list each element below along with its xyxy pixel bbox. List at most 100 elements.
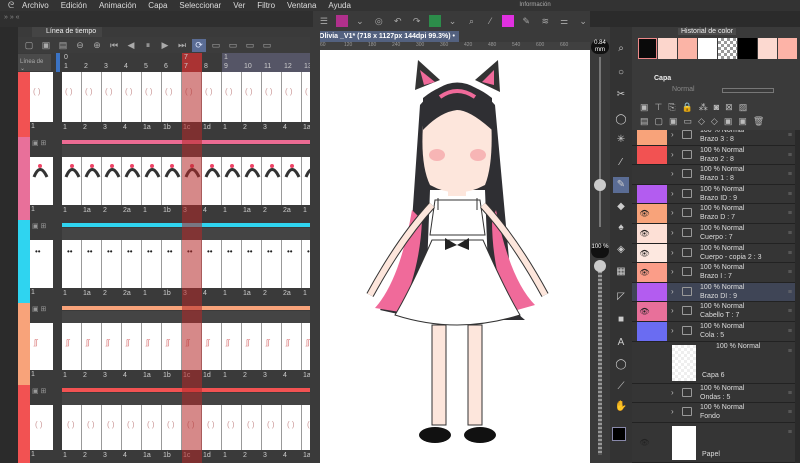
frame-cell[interactable] [242, 157, 262, 205]
chevron-down-icon[interactable]: ⌄ [446, 15, 460, 28]
layer-row[interactable]: 👁 › 100 % Normal Brazo D : 7 ≡ [632, 204, 795, 224]
frame-cell[interactable]: •• [202, 240, 222, 288]
search-icon[interactable]: ⌕ [465, 15, 479, 28]
layer-row[interactable]: › 100 % Normal Ondas : 5 ≡ [632, 383, 795, 404]
layer-row[interactable]: 👁 Papel ≡ [632, 422, 795, 463]
frame-header[interactable]: 77 [182, 53, 202, 72]
frame-settings-icon[interactable]: ▤ [56, 39, 70, 52]
frame-cell[interactable]: ʃʃ [62, 323, 82, 370]
playhead-start-marker[interactable] [56, 53, 60, 72]
frame-cell[interactable] [182, 157, 202, 205]
frame-cell[interactable]: ( ) [122, 405, 142, 450]
menu-filtro[interactable]: Filtro [257, 1, 275, 10]
eyedropper-tool-icon[interactable]: ⁄ [613, 155, 629, 171]
fill-tool-icon[interactable]: ◈ [613, 242, 629, 258]
frame-cell[interactable]: ( ) [262, 72, 282, 122]
main-color-swatch[interactable] [612, 427, 626, 441]
layer-visibility-toggle[interactable]: 👁 [637, 423, 652, 462]
layer-lock-toggle[interactable] [652, 224, 667, 243]
layer-scrollbar[interactable] [795, 130, 800, 463]
frame-cell[interactable]: ( ) [102, 405, 122, 450]
canvas[interactable] [320, 50, 590, 463]
frame-cell[interactable]: ( ) [62, 72, 82, 122]
expand-chevron-icon[interactable]: › [671, 388, 674, 397]
expand-chevron-icon[interactable]: › [671, 287, 674, 296]
frame-header[interactable]: 11 [262, 53, 282, 72]
menu-icon[interactable]: ☰ [317, 15, 331, 28]
layer-row[interactable]: 👁 › 100 % Normal Cuerpo : 7 ≡ [632, 224, 795, 244]
layer-row[interactable]: 👁 › 100 % Normal Brazo I : 7 ≡ [632, 263, 795, 283]
magic-wand-icon[interactable]: ✳ [613, 132, 629, 148]
brush-size-slider[interactable] [599, 57, 601, 227]
zoom-out-icon[interactable]: ⊖ [73, 39, 87, 52]
new-timeline-icon[interactable]: ▢ [22, 39, 36, 52]
layer-menu-icon[interactable]: ≡ [788, 250, 792, 257]
frame-cell[interactable]: ʃʃ [202, 323, 222, 370]
layer-visibility-toggle[interactable] [637, 145, 652, 165]
layer-lock-toggle[interactable] [652, 145, 667, 165]
frame-cell[interactable]: ( ) [222, 72, 242, 122]
layer-visibility-toggle[interactable]: 👁 [637, 302, 652, 321]
color-swatch[interactable] [738, 38, 757, 59]
frame-cell[interactable] [122, 157, 142, 205]
layer-lock-toggle[interactable] [652, 204, 667, 223]
frame-header[interactable]: 19 [222, 53, 242, 72]
fill-icon[interactable] [502, 15, 515, 27]
track-controls[interactable]: ▣ ⊞ [32, 387, 52, 397]
color-swatch[interactable] [778, 38, 797, 59]
layer-menu-icon[interactable]: ≡ [788, 191, 792, 198]
frame-cell[interactable]: ( ) [122, 72, 142, 122]
gradient-icon[interactable]: ■ [613, 312, 629, 328]
layer-menu-icon[interactable]: ≡ [788, 348, 792, 355]
layer-visibility-toggle[interactable]: 👁 [637, 243, 652, 263]
color-history-tab[interactable]: Historial de color [678, 28, 737, 35]
new-cel-icon[interactable]: ▭ [209, 39, 223, 52]
grid-icon[interactable]: ▦ [613, 264, 629, 280]
line-correction-icon[interactable]: ⟋ [613, 379, 629, 395]
track-controls[interactable]: ▣ ⊞ [32, 139, 52, 149]
layer-visibility-toggle[interactable] [637, 184, 652, 204]
layer-row[interactable]: › 100 % Normal Brazo 1 : 8 ≡ [632, 165, 795, 185]
track-color-strip[interactable] [18, 137, 30, 220]
menu-seleccionar[interactable]: Seleccionar [179, 1, 221, 10]
color-swatch[interactable] [638, 38, 657, 59]
move-tool-icon[interactable]: ✂ [613, 87, 629, 103]
color-swatch[interactable] [718, 38, 737, 59]
frame-cell[interactable]: ( ) [222, 405, 242, 450]
frame-cell[interactable]: ( ) [202, 72, 222, 122]
menu-capa[interactable]: Capa [148, 1, 167, 10]
expand-chevron-icon[interactable]: › [671, 248, 674, 257]
frame-header[interactable]: 3 [102, 53, 122, 72]
frame-cell[interactable]: •• [242, 240, 262, 288]
timeline-select[interactable]: Línea de ⌄ [18, 54, 51, 72]
layer-lock-toggle[interactable] [652, 302, 667, 321]
layer-row[interactable]: 100 % Normal Capa 6 ≡ [632, 341, 795, 384]
undo-icon[interactable]: ↶ [391, 15, 405, 28]
frame-cell[interactable] [222, 157, 242, 205]
frame-cell[interactable]: •• [122, 240, 142, 288]
expand-chevron-icon[interactable]: › [671, 407, 674, 416]
track-color-strip[interactable] [18, 385, 30, 463]
frame-cell[interactable]: ( ) [102, 72, 122, 122]
brush-opacity-slider[interactable] [598, 265, 602, 455]
layer-lock-toggle[interactable] [652, 165, 667, 184]
layer-lock-toggle[interactable] [652, 342, 667, 383]
layer-visibility-toggle[interactable]: 👁 [637, 224, 652, 243]
eraser-icon[interactable]: ◆ [613, 199, 629, 215]
settings-sliders-icon[interactable]: ⚌ [557, 15, 571, 28]
frame-header[interactable]: 6 [162, 53, 182, 72]
track-color-strip[interactable] [18, 303, 30, 385]
frame-cell[interactable] [102, 157, 122, 205]
layer-menu-icon[interactable]: ≡ [788, 409, 792, 416]
frame-cell[interactable]: ʃʃ [102, 323, 122, 370]
color-swatch[interactable] [678, 38, 697, 59]
frame-cell[interactable]: ʃʃ [262, 323, 282, 370]
assign-cel-icon[interactable]: ▭ [226, 39, 240, 52]
layer-visibility-toggle[interactable]: 👁 [637, 263, 652, 282]
layer-lock-toggle[interactable] [652, 423, 667, 462]
lasso-icon[interactable]: ◯ [613, 112, 629, 128]
layer-menu-icon[interactable]: ≡ [788, 328, 792, 335]
zoom-in-icon[interactable]: ⊕ [90, 39, 104, 52]
expand-chevron-icon[interactable]: › [671, 169, 674, 178]
frame-header[interactable]: 12 [282, 53, 302, 72]
